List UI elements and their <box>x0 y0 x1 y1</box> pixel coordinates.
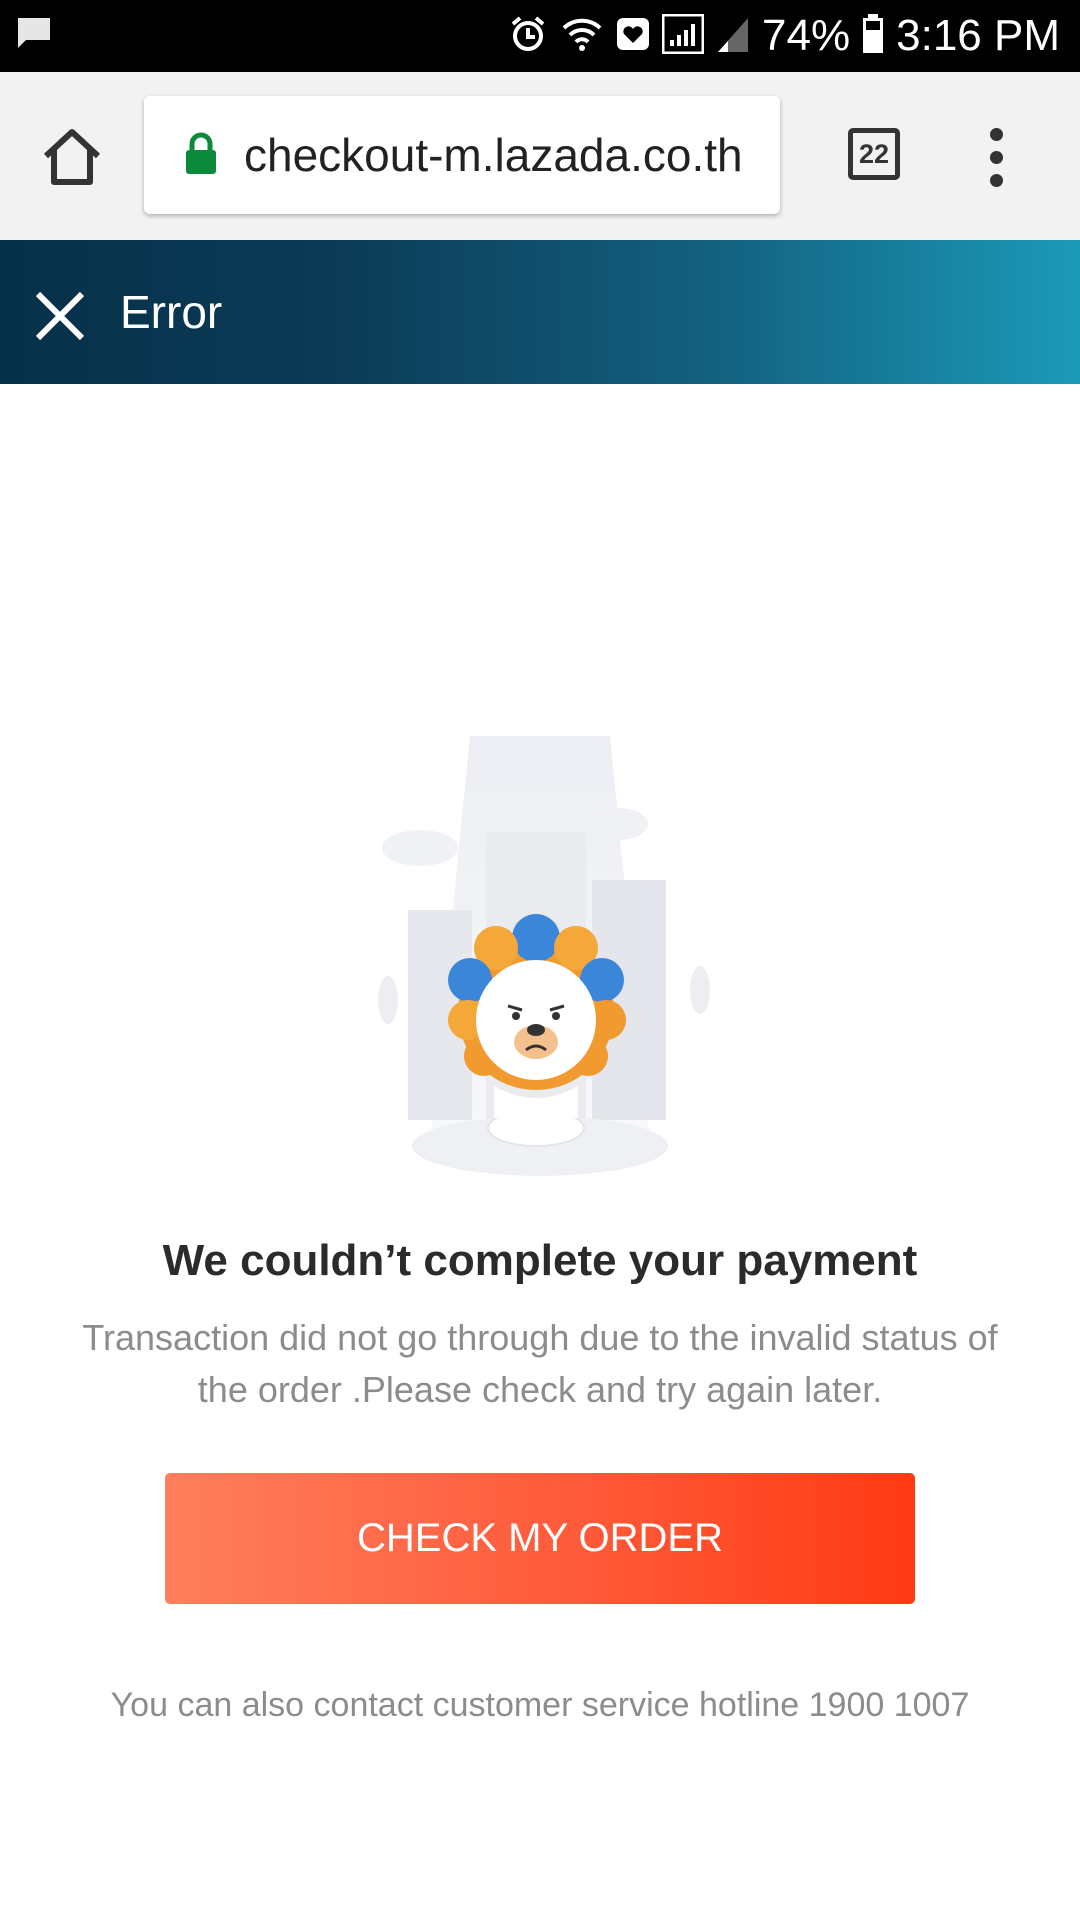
wifi-icon <box>560 14 604 59</box>
error-description: Transaction did not go through due to th… <box>82 1317 998 1410</box>
dot-icon <box>989 151 1003 164</box>
error-title: We couldn’t complete your payment <box>162 1236 918 1285</box>
lock-icon <box>184 132 218 181</box>
battery-icon <box>862 13 884 59</box>
close-button[interactable] <box>34 290 86 342</box>
address-bar[interactable]: checkout-m.lazada.co.th <box>144 96 780 214</box>
health-icon <box>616 17 650 56</box>
home-icon <box>36 129 108 198</box>
sad-lion-illustration <box>360 720 720 1180</box>
signal-weak-icon <box>716 14 750 59</box>
url-text: checkout-m.lazada.co.th <box>244 129 743 181</box>
more-menu-button[interactable] <box>982 128 1010 188</box>
home-button[interactable] <box>36 122 108 194</box>
close-icon <box>34 291 86 346</box>
signal-icon <box>661 13 705 59</box>
check-my-order-button[interactable]: CHECK MY ORDER <box>165 1473 915 1604</box>
tab-switcher-button[interactable]: 22 <box>848 128 900 180</box>
dot-icon <box>989 174 1003 187</box>
dot-icon <box>989 128 1003 141</box>
battery-percent: 74% <box>762 11 851 60</box>
message-icon <box>16 16 52 57</box>
browser-toolbar: checkout-m.lazada.co.th 22 <box>0 72 1080 241</box>
alarm-icon <box>508 14 548 59</box>
page-title: Error <box>120 286 223 338</box>
hotline-text: You can also contact customer service ho… <box>110 1686 970 1724</box>
status-bar: 74% 3:16 PM <box>0 0 1080 72</box>
status-right: 74% 3:16 PM <box>508 0 1060 72</box>
status-time: 3:16 PM <box>896 11 1060 60</box>
